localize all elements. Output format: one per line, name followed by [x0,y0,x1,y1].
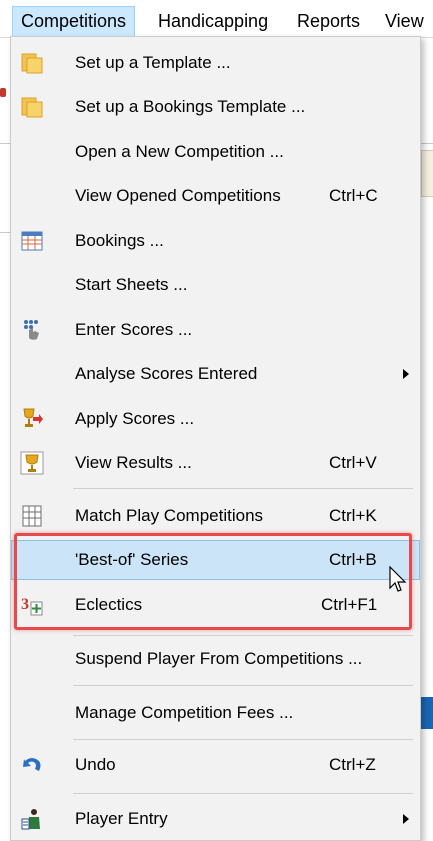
menu-item-label: Open a New Competition ... [75,142,284,161]
menu-separator [73,685,413,686]
menu-item-set-up-bookings-template[interactable]: Set up a Bookings Template ... [11,87,420,127]
menu-item-label: Player Entry [75,809,168,828]
competitions-dropdown-menu: Set up a Template ... Set up a Bookings … [10,36,421,841]
menu-item-label: Apply Scores ... [75,409,195,428]
menu-bar: Competitions Handicapping Reports View [0,0,433,38]
undo-icon [23,758,41,771]
menu-item-bookings[interactable]: Bookings ... [11,221,420,261]
submenu-arrow-icon [403,814,409,824]
player-entry-icon [21,809,40,830]
trophy-icon [20,451,44,475]
menu-item-label: Set up a Bookings Template ... [75,97,306,116]
menu-item-label: Manage Competition Fees ... [75,703,294,722]
menu-reports[interactable]: Reports [289,6,368,36]
menu-item-match-play-competitions[interactable]: Match Play Competitions Ctrl+K [11,496,420,536]
submenu-arrow-icon [403,369,409,379]
menu-item-label: Start Sheets ... [75,275,188,294]
menu-item-manage-competition-fees[interactable]: Manage Competition Fees ... [11,693,420,733]
menu-item-label: Enter Scores ... [75,320,193,339]
menu-item-label: Set up a Template ... [75,53,231,72]
menu-item-enter-scores[interactable]: Enter Scores ... [11,310,420,350]
menu-item-shortcut: Ctrl+C [329,186,378,205]
menu-item-label: View Results ... [75,453,192,472]
mouse-cursor-icon [389,566,407,592]
menu-handicapping[interactable]: Handicapping [150,6,276,36]
menu-item-view-results[interactable]: View Results ... Ctrl+V [11,443,420,483]
menu-item-view-opened-competitions[interactable]: View Opened Competitions Ctrl+C [11,176,420,216]
menu-item-shortcut: Ctrl+Z [329,755,376,774]
menu-item-label: View Opened Competitions [75,186,281,205]
menu-view[interactable]: View [377,6,432,36]
menu-item-label: Undo [75,755,116,774]
menu-separator [73,635,413,636]
bracket-grid-icon [22,505,42,527]
menu-item-label: Analyse Scores Entered [75,364,258,383]
background-divider [0,143,10,144]
menu-item-label: Suspend Player From Competitions ... [75,649,363,668]
menu-item-label: Match Play Competitions [75,506,264,525]
menu-item-shortcut: Ctrl+V [329,453,377,472]
background-divider [0,232,10,233]
trophy-arrow-icon [23,408,43,427]
menu-item-apply-scores[interactable]: Apply Scores ... [11,399,420,439]
menu-item-shortcut: Ctrl+K [329,506,377,525]
folder-icon [21,97,43,118]
menu-item-suspend-player[interactable]: Suspend Player From Competitions ... [11,639,420,679]
annotation-highlight-box [14,533,412,630]
menu-item-start-sheets[interactable]: Start Sheets ... [11,265,420,305]
background-divider [421,143,433,144]
folder-icon [21,53,43,74]
calendar-grid-icon [21,231,43,251]
menu-item-undo[interactable]: Undo Ctrl+Z [11,745,420,785]
menu-separator [73,739,413,740]
menu-item-open-new-competition[interactable]: Open a New Competition ... [11,132,420,172]
menu-item-label: Bookings ... [75,231,164,250]
menu-item-set-up-template[interactable]: Set up a Template ... [11,43,420,83]
keypad-hand-icon [24,320,39,340]
menu-competitions[interactable]: Competitions [12,6,136,36]
background-icon [0,88,6,97]
menu-separator [73,488,413,489]
background-panel [421,150,433,197]
menu-separator [73,793,413,794]
background-button [421,697,433,729]
menu-item-analyse-scores-entered[interactable]: Analyse Scores Entered [11,354,420,394]
menu-item-player-entry[interactable]: Player Entry [11,799,420,839]
